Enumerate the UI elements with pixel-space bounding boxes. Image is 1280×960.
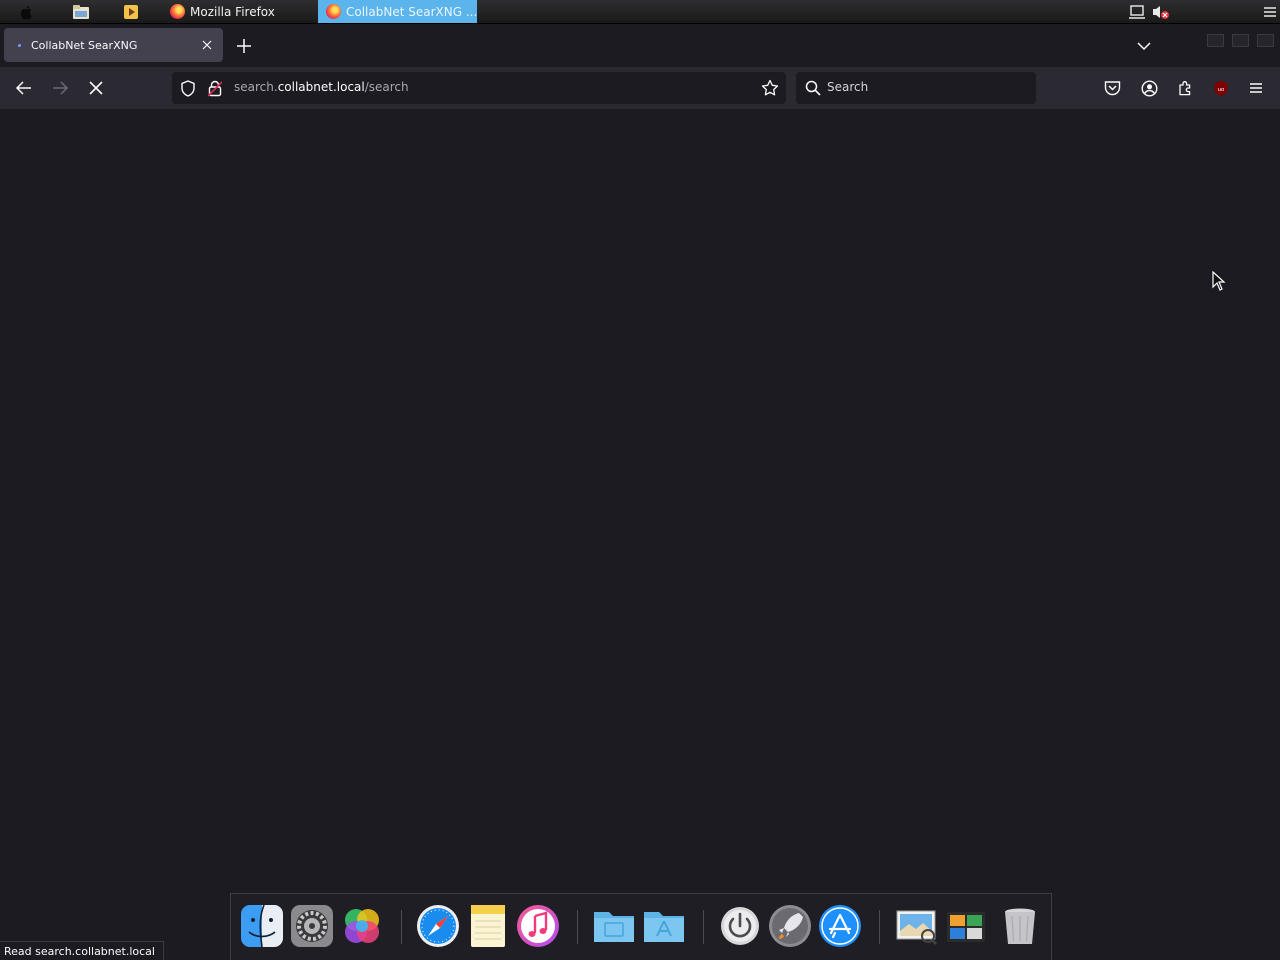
system-preferences-icon[interactable] xyxy=(289,903,335,949)
taskbar-task-label: CollabNet SearXNG ... xyxy=(346,4,477,19)
stop-loading-icon[interactable] xyxy=(86,78,106,98)
list-all-tabs-icon[interactable] xyxy=(1134,36,1154,56)
apple-icon[interactable] xyxy=(18,3,36,21)
url-domain: collabnet.local xyxy=(277,80,365,94)
taskbar-task-label: Mozilla Firefox xyxy=(190,4,275,19)
color-picker-icon[interactable] xyxy=(339,903,385,949)
close-tab-icon[interactable] xyxy=(199,37,215,53)
url-path: /search xyxy=(364,80,409,94)
trash-icon[interactable] xyxy=(997,903,1043,949)
new-tab-icon[interactable] xyxy=(234,36,254,56)
mouse-cursor-icon xyxy=(1212,271,1226,291)
extensions-icon[interactable] xyxy=(1175,78,1195,98)
insecure-lock-icon[interactable] xyxy=(208,80,222,97)
preview-icon[interactable] xyxy=(893,903,939,949)
tab-strip: CollabNet SearXNG xyxy=(0,24,1280,67)
folder-icon[interactable] xyxy=(591,903,637,949)
file-manager-icon[interactable] xyxy=(72,3,90,21)
menu-icon[interactable] xyxy=(1246,78,1266,98)
forward-icon[interactable] xyxy=(50,78,70,98)
menu-icon[interactable] xyxy=(1261,3,1279,21)
dock-separator xyxy=(879,910,880,944)
power-icon[interactable] xyxy=(717,903,763,949)
network-icon[interactable] xyxy=(1128,3,1146,21)
navigation-toolbar: search.collabnet.local/search Search uo xyxy=(0,67,1280,109)
media-player-icon[interactable] xyxy=(122,3,140,21)
back-icon[interactable] xyxy=(14,78,34,98)
tab-title: CollabNet SearXNG xyxy=(31,38,138,52)
url-prefix: search. xyxy=(234,80,278,94)
dock-separator xyxy=(401,910,402,944)
url-bar[interactable]: search.collabnet.local/search xyxy=(172,72,786,104)
photo-viewer-icon[interactable] xyxy=(943,903,989,949)
search-bar[interactable]: Search xyxy=(796,72,1036,104)
search-icon xyxy=(805,80,821,96)
volume-muted-icon[interactable] xyxy=(1152,3,1170,21)
account-icon[interactable] xyxy=(1139,78,1159,98)
tab-loading-icon xyxy=(18,43,21,47)
ublock-origin-icon[interactable]: uo xyxy=(1211,78,1231,98)
close-window-icon[interactable] xyxy=(1257,34,1274,47)
url-text[interactable]: search.collabnet.local/search xyxy=(234,80,409,94)
music-icon[interactable] xyxy=(515,903,561,949)
app-store-icon[interactable] xyxy=(817,903,863,949)
maximize-window-icon[interactable] xyxy=(1232,34,1249,47)
system-taskbar: Mozilla Firefox CollabNet SearXNG ... xyxy=(0,0,1280,24)
pocket-icon[interactable] xyxy=(1102,78,1122,98)
dock-separator xyxy=(577,910,578,944)
dock xyxy=(230,893,1052,960)
page-content[interactable] xyxy=(0,109,1280,960)
taskbar-task-searxng[interactable]: CollabNet SearXNG ... xyxy=(318,0,477,23)
search-placeholder: Search xyxy=(827,80,869,94)
bookmark-star-icon[interactable] xyxy=(761,79,779,97)
launchpad-icon[interactable] xyxy=(767,903,813,949)
applications-folder-icon[interactable] xyxy=(641,903,687,949)
dock-separator xyxy=(703,910,704,944)
tab-searxng[interactable]: CollabNet SearXNG xyxy=(4,28,223,62)
firefox-icon xyxy=(326,4,341,19)
tracking-protection-shield-icon[interactable] xyxy=(180,80,196,97)
taskbar-task-firefox[interactable]: Mozilla Firefox xyxy=(164,0,312,23)
status-panel: Read search.collabnet.local xyxy=(0,941,164,960)
svg-text:uo: uo xyxy=(1218,87,1225,93)
safari-icon[interactable] xyxy=(415,903,461,949)
minimize-window-icon[interactable] xyxy=(1207,34,1224,47)
finder-icon[interactable] xyxy=(239,903,285,949)
firefox-icon xyxy=(170,4,185,19)
notes-icon[interactable] xyxy=(465,903,511,949)
